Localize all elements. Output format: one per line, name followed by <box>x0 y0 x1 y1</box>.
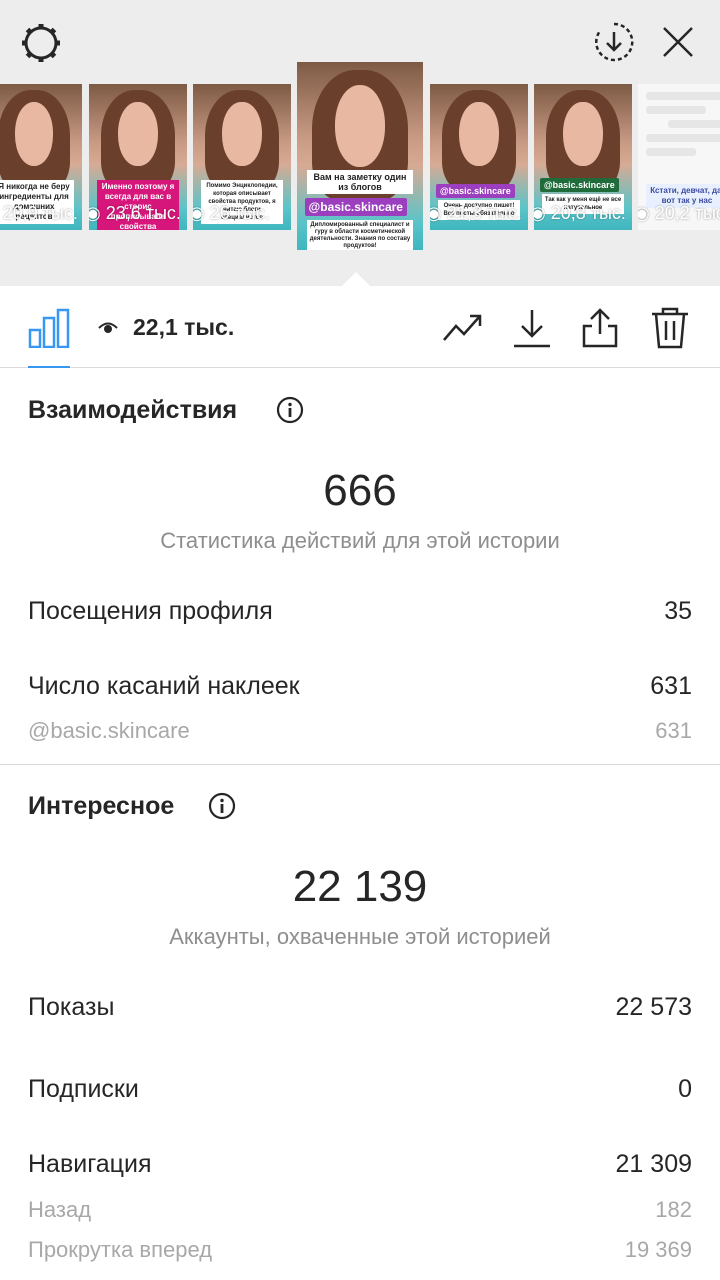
thumbnail-tag: @basic.skincare <box>435 184 515 198</box>
active-tab-indicator <box>28 366 70 368</box>
discovery-total: 22 139 <box>292 862 428 911</box>
close-icon[interactable] <box>656 20 700 64</box>
bar-chart-icon[interactable] <box>28 308 70 348</box>
back-label: Назад <box>28 1197 92 1222</box>
story-strip-area: Я никогда не беру ингредиенты для домашн… <box>0 0 720 286</box>
story-thumbnail[interactable]: Помимо Энциклопедии, которая описывает с… <box>193 84 291 230</box>
navigation-value: 21 309 <box>615 1150 692 1178</box>
thumbnail-tag: @basic.skincare <box>304 198 407 216</box>
forward-value: 19 369 <box>624 1237 692 1262</box>
interactions-total: 666 <box>323 466 397 515</box>
story-thumbnail[interactable]: @basic.skincare Очень доступно пишет! Вс… <box>430 84 528 230</box>
thumbnail-views: ◉ 20,9 тыс. <box>0 203 78 223</box>
impressions-value: 22 573 <box>615 993 692 1021</box>
follows-value: 0 <box>678 1075 692 1103</box>
profile-visits-label: Посещения профиля <box>28 597 273 625</box>
thumbnail-views: ◉ 21,3 тыс. <box>430 203 522 223</box>
story-thumbnail[interactable]: Кстати, девчат, да, вот так у нас ◉ 20,2… <box>638 84 720 230</box>
download-icon[interactable] <box>510 306 554 350</box>
sticker-mention-label[interactable]: @basic.skincare <box>28 718 190 744</box>
story-thumbnail[interactable]: Я никогда не беру ингредиенты для домашн… <box>0 84 82 230</box>
follows-label: Подписки <box>28 1075 139 1103</box>
info-icon[interactable] <box>208 792 236 820</box>
thumbnail-subcaption: Дипломированный специалист и гуру в обла… <box>307 220 413 250</box>
info-icon[interactable] <box>276 396 304 424</box>
section-divider <box>0 764 720 765</box>
trending-icon[interactable] <box>440 306 484 350</box>
thumbnail-views: ◉ 23,6 тыс. <box>89 203 181 223</box>
discovery-title: Интересное <box>28 792 175 820</box>
impressions-label: Показы <box>28 993 115 1021</box>
share-icon[interactable] <box>578 306 622 350</box>
navigation-label: Навигация <box>28 1150 152 1178</box>
story-thumbnails: Я никогда не беру ингредиенты для домашн… <box>0 62 720 262</box>
interactions-title: Взаимодействия <box>28 396 238 424</box>
views-count: 22,1 тыс. <box>133 314 235 340</box>
sticker-taps-label: Число касаний наклеек <box>28 672 300 700</box>
eye-icon <box>98 322 118 333</box>
sticker-mention-value: 631 <box>655 718 692 743</box>
thumbnail-views: ◉ 20,8 тыс. <box>534 203 626 223</box>
trash-icon[interactable] <box>648 306 692 350</box>
back-value: 182 <box>655 1197 692 1222</box>
insights-toolbar: 22,1 тыс. <box>0 286 720 368</box>
story-thumbnail[interactable]: @basic.skincare Так как у меня ещё не вс… <box>534 84 632 230</box>
download-circle-icon[interactable] <box>592 20 636 64</box>
story-thumbnail-selected[interactable]: Вам на заметку один из блогов @basic.ski… <box>297 62 423 250</box>
sticker-taps-value: 631 <box>650 672 692 700</box>
profile-visits-value: 35 <box>664 597 692 625</box>
thumbnail-caption: Вам на заметку один из блогов <box>307 170 413 194</box>
discovery-subtitle: Аккаунты, охваченные этой историей <box>169 924 551 949</box>
forward-label: Прокрутка вперед <box>28 1237 213 1262</box>
thumbnail-views: ◉ 20,2 тыс. <box>638 203 720 223</box>
story-thumbnail[interactable]: Именно поэтому я всегда для вас в сторис… <box>89 84 187 230</box>
gear-icon[interactable] <box>20 22 62 64</box>
selection-pointer <box>342 272 370 286</box>
interactions-subtitle: Статистика действий для этой истории <box>160 528 560 553</box>
thumbnail-tag: @basic.skincare <box>539 178 619 192</box>
thumbnail-views: ◉ 26 тыс. <box>193 203 270 223</box>
